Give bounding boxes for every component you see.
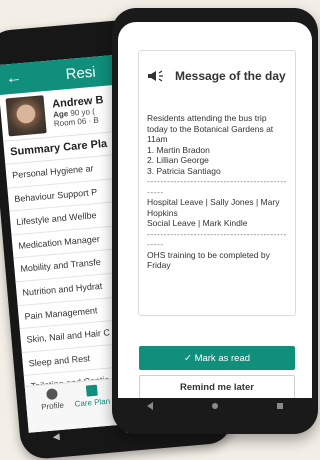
tab-label: Profile — [40, 400, 65, 412]
tab-label: Care Plan — [74, 396, 111, 409]
mark-as-read-button[interactable]: ✓ Mark as read — [139, 346, 295, 370]
android-nav-bar — [118, 396, 312, 416]
resident-info: Andrew B Age 90 yo ( Room 06 · B — [52, 94, 106, 128]
message-title: Message of the day — [175, 69, 286, 83]
page-title: Resi — [64, 63, 97, 83]
nav-home-icon[interactable] — [211, 403, 218, 409]
megaphone-icon — [148, 70, 163, 82]
room-label: Room — [53, 117, 76, 129]
leave-line: Hospital Leave | Sally Jones | Mary Hopk… — [147, 197, 280, 218]
message-note: OHS training to be completed by Friday — [147, 249, 270, 271]
nav-back-icon[interactable] — [147, 402, 154, 410]
document-icon — [85, 384, 98, 397]
front-phone: Message of the day Residents attending t… — [112, 8, 318, 434]
list-item: 2. Lillian George — [147, 155, 209, 165]
message-paragraph: Residents attending the bus trip today t… — [147, 113, 274, 144]
room-value: 06 · B — [77, 115, 100, 127]
divider: ----------------------------------------… — [147, 176, 287, 186]
list-item: 3. Patricia Santiago — [147, 165, 221, 176]
remind-me-later-button[interactable]: Remind me later — [139, 375, 295, 398]
message-card: Message of the day Residents attending t… — [138, 50, 296, 316]
message-screen: Message of the day Residents attending t… — [118, 22, 312, 398]
divider: ----------------------------------------… — [147, 228, 287, 239]
arrow-left-icon[interactable]: ← — [5, 69, 26, 89]
nav-back-icon[interactable]: ◀ — [52, 431, 60, 443]
avatar — [5, 95, 47, 137]
message-header: Message of the day — [147, 69, 286, 83]
leave-line: Social Leave | Mark Kindle — [147, 218, 248, 228]
divider: ----- — [147, 239, 164, 249]
nav-recent-icon[interactable] — [276, 403, 283, 409]
message-body: Residents attending the bus trip today t… — [147, 113, 287, 271]
divider: ----- — [147, 186, 164, 197]
person-icon — [45, 388, 58, 401]
list-item: 1. Martin Bradon — [147, 144, 210, 155]
